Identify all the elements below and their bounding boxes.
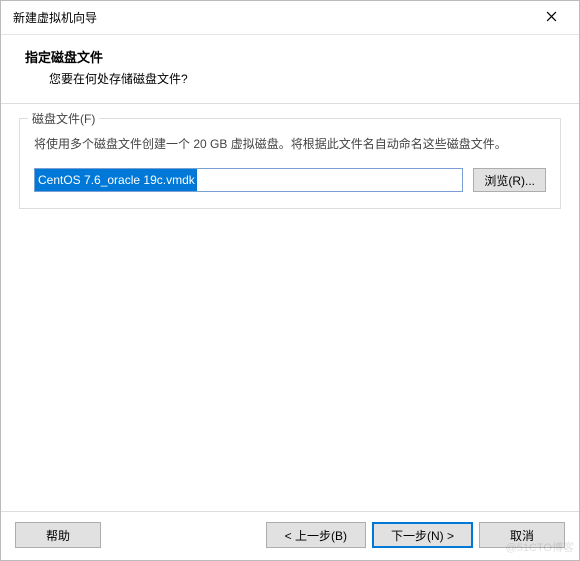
content-area: 磁盘文件(F) 将使用多个磁盘文件创建一个 20 GB 虚拟磁盘。将根据此文件名… (1, 104, 579, 511)
disk-file-legend: 磁盘文件(F) (28, 110, 99, 127)
close-icon (546, 11, 557, 25)
page-subtitle: 您要在何处存储磁盘文件? (25, 70, 555, 87)
file-input-row: CentOS 7.6_oracle 19c.vmdk 浏览(R)... (34, 168, 546, 192)
disk-file-group: 磁盘文件(F) 将使用多个磁盘文件创建一个 20 GB 虚拟磁盘。将根据此文件名… (19, 118, 561, 209)
disk-filename-value: CentOS 7.6_oracle 19c.vmdk (35, 168, 197, 192)
page-title: 指定磁盘文件 (25, 47, 555, 66)
wizard-window: 新建虚拟机向导 指定磁盘文件 您要在何处存储磁盘文件? 磁盘文件(F) 将使用多… (0, 0, 580, 561)
help-button[interactable]: 帮助 (15, 522, 101, 548)
close-button[interactable] (531, 3, 571, 33)
window-title: 新建虚拟机向导 (13, 9, 531, 26)
cancel-button[interactable]: 取消 (479, 522, 565, 548)
browse-button[interactable]: 浏览(R)... (473, 168, 546, 192)
next-button[interactable]: 下一步(N) > (372, 522, 473, 548)
disk-file-description: 将使用多个磁盘文件创建一个 20 GB 虚拟磁盘。将根据此文件名自动命名这些磁盘… (34, 135, 546, 154)
footer: 帮助 < 上一步(B) 下一步(N) > 取消 (1, 511, 579, 560)
wizard-header: 指定磁盘文件 您要在何处存储磁盘文件? (1, 35, 579, 104)
back-button[interactable]: < 上一步(B) (266, 522, 366, 548)
disk-filename-field[interactable]: CentOS 7.6_oracle 19c.vmdk (34, 168, 463, 192)
titlebar: 新建虚拟机向导 (1, 1, 579, 35)
